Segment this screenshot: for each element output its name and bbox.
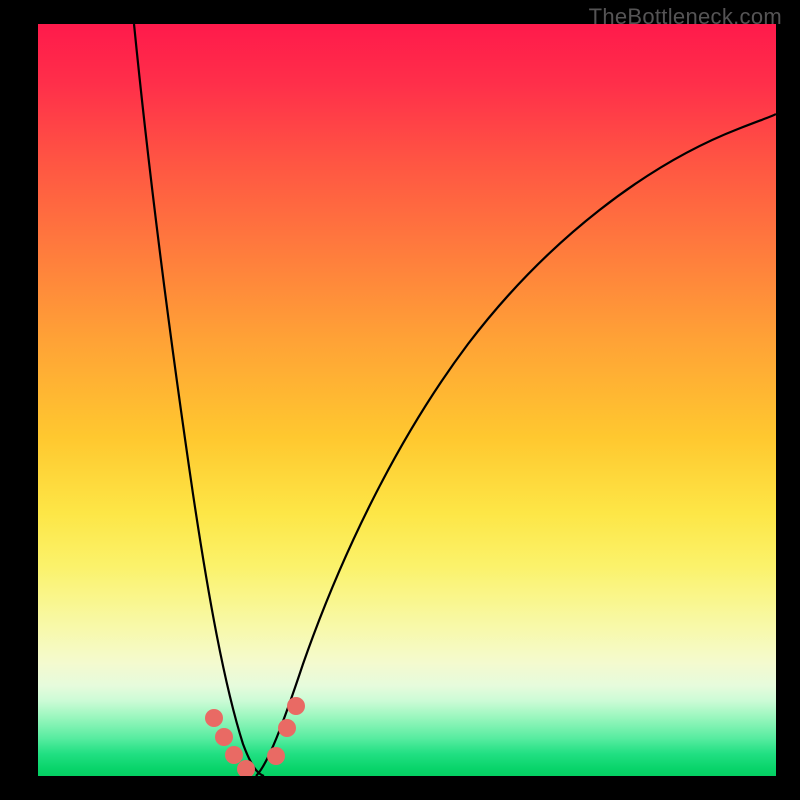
marker-point — [287, 697, 305, 715]
marker-point — [237, 760, 255, 776]
chart-frame: TheBottleneck.com — [0, 0, 800, 800]
marker-point — [267, 747, 285, 765]
marker-point — [205, 709, 223, 727]
curve-markers — [38, 24, 776, 776]
marker-point — [215, 728, 233, 746]
marker-point — [278, 719, 296, 737]
plot-area — [38, 24, 776, 776]
marker-point — [225, 746, 243, 764]
